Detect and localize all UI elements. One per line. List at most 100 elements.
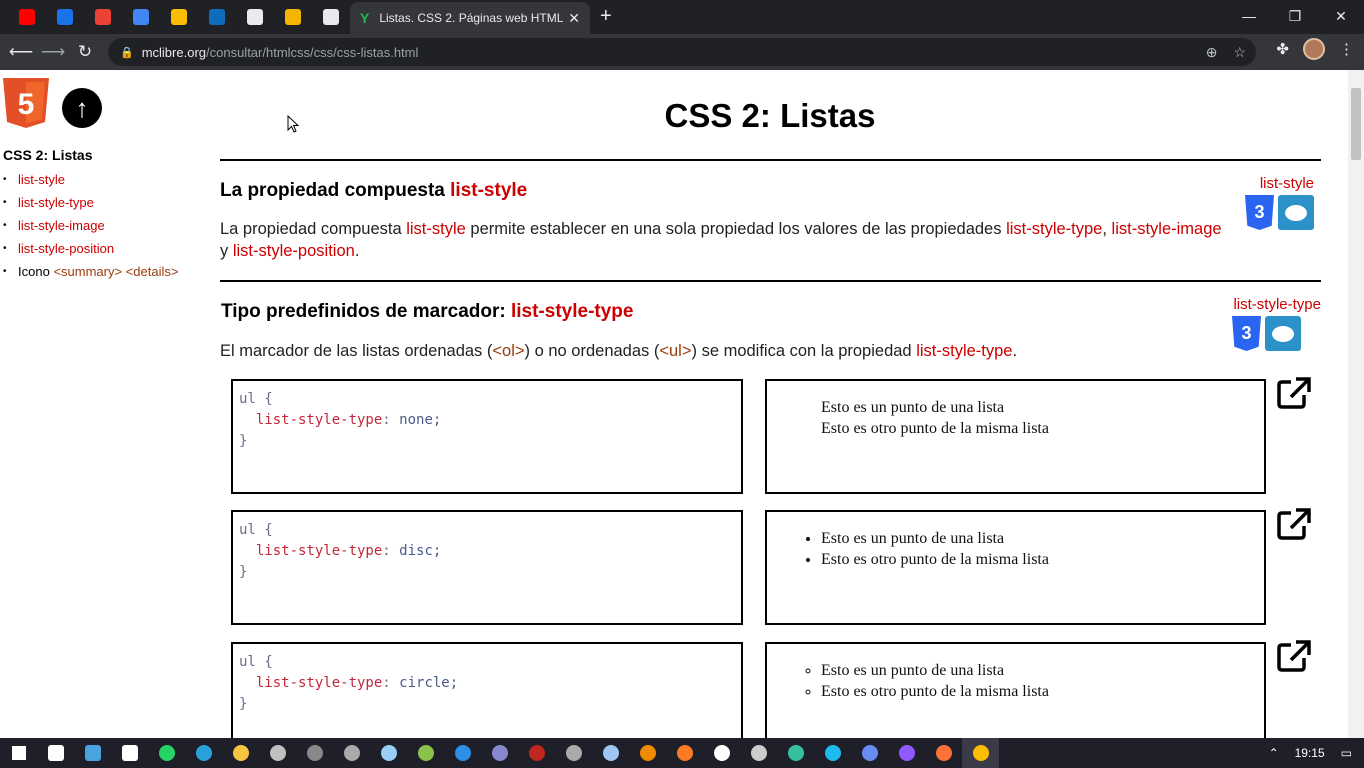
spec-badge-label[interactable]: list-style-type	[1180, 296, 1321, 313]
spec-badge-label[interactable]: list-style	[1200, 175, 1314, 192]
taskbar-ie-button[interactable]	[814, 738, 851, 768]
close-window-button[interactable]: ✕	[1318, 0, 1364, 32]
taskbar-app-button[interactable]	[703, 738, 740, 768]
taskbar-app-button[interactable]	[555, 738, 592, 768]
result-example-circle: Esto es un punto de una lista Esto es ot…	[765, 642, 1266, 738]
taskbar-filezilla-button[interactable]	[518, 738, 555, 768]
app-icon	[491, 745, 508, 761]
browser-toolbar: ⟵ ⟶ ↻ 🔒 mclibre.org/consultar/htmlcss/cs…	[0, 34, 1364, 70]
taskbar-terminal-button[interactable]	[296, 738, 333, 768]
taskbar-whatsapp-button[interactable]	[148, 738, 185, 768]
reload-button[interactable]: ↻	[69, 36, 101, 68]
sidebar-item-label[interactable]: list-style	[18, 172, 65, 187]
gmail-tab[interactable]	[84, 0, 122, 34]
external-link-icon[interactable]	[1276, 376, 1312, 410]
para-text: ) se modifica con la propiedad	[691, 342, 917, 360]
avatar[interactable]	[1303, 38, 1325, 60]
taskbar-explorer-button[interactable]	[222, 738, 259, 768]
mail-tab-icon	[209, 9, 225, 25]
taskbar-notepadpp-button[interactable]	[407, 738, 444, 768]
external-link-icon[interactable]	[1276, 639, 1312, 673]
taskbar-taskview-button[interactable]	[37, 738, 74, 768]
tab-app-2[interactable]	[46, 0, 84, 34]
tray-chevron-icon[interactable]: ⌃	[1269, 746, 1279, 760]
taskbar-edge-button[interactable]	[777, 738, 814, 768]
taskbar-firefox-button[interactable]	[925, 738, 962, 768]
taskbar-start-button[interactable]	[0, 738, 37, 768]
external-link-icon[interactable]	[1276, 507, 1312, 541]
notifications-icon[interactable]: ▭	[1341, 746, 1352, 760]
taskbar-xampp-button[interactable]	[666, 738, 703, 768]
code-example-disc: ul { list-style-type: disc; }	[231, 510, 743, 625]
forward-button[interactable]: ⟶	[37, 36, 69, 68]
youtube-tab-icon	[19, 9, 35, 25]
taskbar-virtualbox-button[interactable]	[592, 738, 629, 768]
youtube-tab[interactable]	[8, 0, 46, 34]
page-scrollbar[interactable]	[1348, 70, 1364, 738]
tab-app-8[interactable]	[274, 0, 312, 34]
bookmark-star-icon[interactable]: ☆	[1233, 44, 1246, 61]
taskbar-app-button[interactable]	[111, 738, 148, 768]
taskbar-app-button[interactable]	[259, 738, 296, 768]
back-button[interactable]: ⟵	[5, 36, 37, 68]
extensions-icon[interactable]: ✤	[1276, 40, 1289, 58]
drive-tab[interactable]	[160, 0, 198, 34]
sidebar-item-extra[interactable]: <summary> <details>	[53, 264, 178, 279]
css-icons[interactable]: 3	[1245, 195, 1314, 230]
zoom-icon[interactable]: ⊕	[1206, 44, 1218, 61]
tab-close-icon[interactable]: ✕	[568, 10, 580, 27]
taskbar-chromium-button[interactable]	[851, 738, 888, 768]
restore-button[interactable]: ❐	[1272, 0, 1318, 32]
divider	[220, 159, 1321, 161]
xampp-icon	[676, 745, 693, 761]
bookmark-tab[interactable]	[312, 0, 350, 34]
taskbar-chrome-button[interactable]	[962, 738, 999, 768]
tab-app-7-icon	[247, 9, 263, 25]
sidebar-item-label[interactable]: Icono	[18, 264, 50, 279]
sidebar-item-label[interactable]: list-style-image	[18, 218, 105, 233]
up-arrow-button[interactable]: ↑	[62, 88, 102, 128]
vlc-icon	[639, 745, 656, 761]
calendar-tab[interactable]	[122, 0, 160, 34]
code-close: }	[239, 433, 248, 449]
page-content: 5 ↑ CSS 2: Listas • list-style • list-styl…	[0, 70, 1348, 738]
terminal-icon	[306, 745, 323, 761]
taskbar-vlc-button[interactable]	[629, 738, 666, 768]
html5-logo-icon[interactable]: 5	[3, 78, 49, 128]
taskbar-telegram-button[interactable]	[185, 738, 222, 768]
taskbar-app-button[interactable]	[481, 738, 518, 768]
css-spec-icon[interactable]	[1278, 195, 1314, 230]
para-link[interactable]: list-style-type	[916, 342, 1012, 360]
taskbar-firefox-dev-button[interactable]	[888, 738, 925, 768]
mail-tab[interactable]	[198, 0, 236, 34]
taskbar-app-button[interactable]	[740, 738, 777, 768]
taskbar-notepad-button[interactable]	[370, 738, 407, 768]
section-paragraph: El marcador de las listas ordenadas (<ol…	[220, 340, 1220, 362]
tab-active[interactable]: Y Listas. CSS 2. Páginas web HTML ✕	[350, 2, 590, 34]
minimize-button[interactable]: —	[1226, 0, 1272, 32]
css-spec-icon[interactable]	[1265, 316, 1301, 351]
scrollbar-thumb[interactable]	[1351, 88, 1361, 160]
sidebar-item-icono[interactable]: • Icono <summary> <details>	[3, 260, 178, 283]
taskbar-vscode-button[interactable]	[444, 738, 481, 768]
css-icons[interactable]: 3	[1232, 316, 1301, 351]
clock[interactable]: 19:15	[1295, 746, 1325, 760]
para-link[interactable]: list-style-image	[1112, 220, 1222, 238]
sidebar-item-list-style[interactable]: • list-style	[3, 168, 178, 191]
sidebar-item-list-style-image[interactable]: • list-style-image	[3, 214, 178, 237]
tab-app-7[interactable]	[236, 0, 274, 34]
address-bar[interactable]: 🔒 mclibre.org/consultar/htmlcss/css/css-…	[108, 38, 1256, 66]
taskbar-app-button[interactable]	[333, 738, 370, 768]
taskbar-keyboard-app-button[interactable]	[74, 738, 111, 768]
para-link[interactable]: list-style-position	[233, 242, 355, 260]
sidebar-item-label[interactable]: list-style-type	[18, 195, 94, 210]
css3-icon[interactable]: 3	[1245, 195, 1274, 230]
new-tab-button[interactable]: +	[600, 5, 612, 28]
para-link[interactable]: list-style-type	[1006, 220, 1102, 238]
css3-icon[interactable]: 3	[1232, 316, 1261, 351]
sidebar-item-label[interactable]: list-style-position	[18, 241, 114, 256]
para-link[interactable]: list-style	[406, 220, 466, 238]
sidebar-item-list-style-type[interactable]: • list-style-type	[3, 191, 178, 214]
menu-icon[interactable]: ⋮	[1339, 40, 1354, 58]
sidebar-item-list-style-position[interactable]: • list-style-position	[3, 237, 178, 260]
